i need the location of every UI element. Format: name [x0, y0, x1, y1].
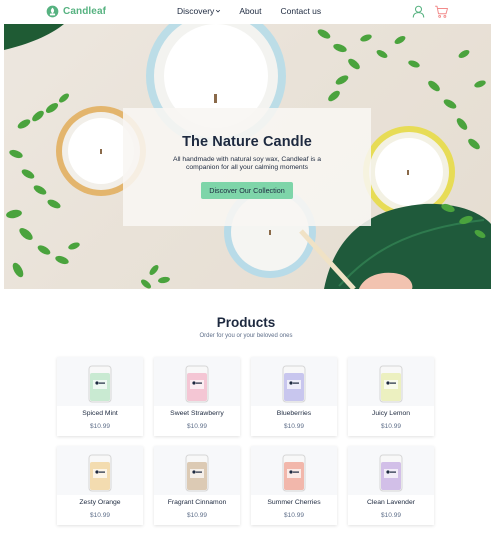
logo-icon: [46, 5, 59, 18]
main-menu: Discovery About Contact us: [177, 6, 321, 16]
products-title: Products: [216, 315, 276, 330]
product-card-info: Juicy Lemon $10.99: [348, 406, 434, 436]
candle-jar-image: [88, 365, 112, 403]
product-card[interactable]: Juicy Lemon $10.99: [348, 357, 434, 436]
product-name: Spiced Mint: [82, 410, 118, 417]
nav-item-label: About: [239, 6, 262, 16]
product-name: Zesty Orange: [79, 499, 121, 506]
nav-item-label: Discovery: [177, 6, 215, 16]
candle-jar-image: [379, 365, 403, 403]
product-price: $10.99: [90, 512, 110, 519]
product-price: $10.99: [90, 423, 110, 430]
brand-name: Candleaf: [63, 6, 107, 17]
product-card[interactable]: Blueberries $10.99: [251, 357, 337, 436]
product-price: $10.99: [381, 423, 401, 430]
candle-jar-image: [379, 454, 403, 492]
product-name: Juicy Lemon: [371, 410, 411, 417]
product-card-info: Sweet Strawberry $10.99: [154, 406, 240, 436]
product-card-info: Clean Lavender $10.99: [348, 495, 434, 525]
hero-title: The Nature Candle: [182, 134, 312, 150]
product-card-info: Fragrant Cinnamon $10.99: [154, 495, 240, 525]
product-card-info: Blueberries $10.99: [251, 406, 337, 436]
product-card[interactable]: Spiced Mint $10.99: [57, 357, 143, 436]
discover-collection-button[interactable]: Discover Our Collection: [201, 182, 293, 199]
hero-banner: The Nature Candle All handmade with natu…: [4, 24, 491, 289]
candle-jar-image: [282, 454, 306, 492]
product-card-info: Summer Cherries $10.99: [251, 495, 337, 525]
chevron-down-icon: [216, 9, 221, 13]
product-price: $10.99: [381, 512, 401, 519]
top-nav: Candleaf Discovery About Contact us: [0, 0, 492, 24]
product-card-info: Spiced Mint $10.99: [57, 406, 143, 436]
nav-item-label: Contact us: [280, 6, 322, 16]
nav-item-contact[interactable]: Contact us: [281, 6, 322, 16]
product-name: Summer Cherries: [267, 499, 321, 506]
product-name: Clean Lavender: [367, 499, 415, 506]
hero-subtitle: All handmade with natural soy wax, Candl…: [172, 156, 322, 171]
candle-jar-image: [185, 365, 209, 403]
product-card[interactable]: Sweet Strawberry $10.99: [154, 357, 240, 436]
product-card[interactable]: Zesty Orange $10.99: [57, 446, 143, 525]
candle-jar-image: [282, 365, 306, 403]
candle-jar-image: [185, 454, 209, 492]
product-card[interactable]: Fragrant Cinnamon $10.99: [154, 446, 240, 525]
product-price: $10.99: [284, 512, 304, 519]
nav-item-discovery[interactable]: Discovery: [177, 6, 221, 16]
product-price: $10.99: [284, 423, 304, 430]
product-name: Blueberries: [276, 410, 312, 417]
candle-jar-image: [88, 454, 112, 492]
user-icon[interactable]: [411, 4, 426, 19]
nav-item-about[interactable]: About: [239, 6, 261, 16]
cart-icon[interactable]: [434, 4, 449, 19]
product-card-info: Zesty Orange $10.99: [57, 495, 143, 525]
product-name: Fragrant Cinnamon: [167, 499, 227, 506]
product-price: $10.99: [187, 512, 207, 519]
product-card[interactable]: Summer Cherries $10.99: [251, 446, 337, 525]
hero-card: The Nature Candle All handmade with natu…: [123, 108, 371, 226]
product-name: Sweet Strawberry: [170, 410, 224, 417]
logo[interactable]: Candleaf: [46, 5, 106, 18]
nav-icons: [411, 4, 449, 19]
product-price: $10.99: [187, 423, 207, 430]
product-card[interactable]: Clean Lavender $10.99: [348, 446, 434, 525]
products-subtitle: Order for you or your beloved ones: [199, 333, 293, 339]
